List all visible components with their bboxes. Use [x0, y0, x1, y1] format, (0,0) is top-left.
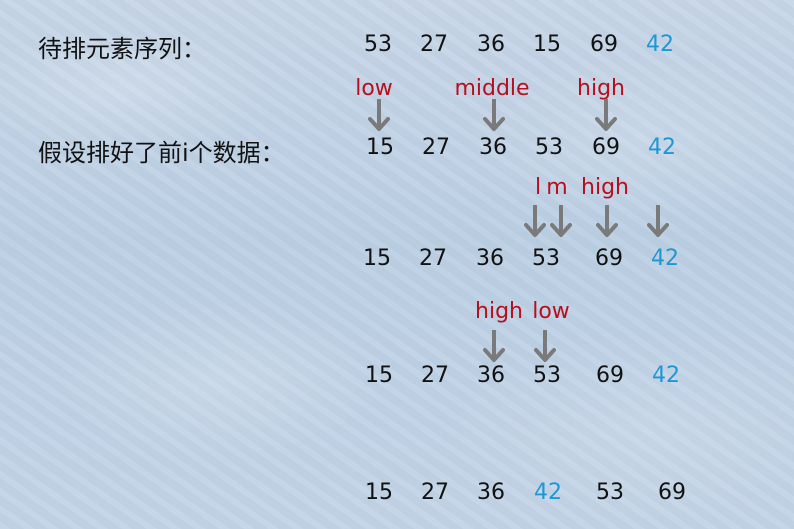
- row1-value: 36: [477, 32, 505, 57]
- diagram-canvas: 待排元素序列： 假设排好了前i个数据： 53 27 36 15 69 42 lo…: [0, 0, 794, 529]
- row5-value: 53: [596, 480, 624, 505]
- pointer-m: m: [546, 175, 568, 200]
- row3-value: 36: [476, 246, 504, 271]
- pointer-high: high: [581, 175, 629, 200]
- sequence-label: 待排元素序列：: [38, 35, 206, 63]
- row1-value-highlight: 42: [646, 32, 674, 57]
- row2-value: 69: [592, 135, 620, 160]
- row2-value: 15: [366, 135, 394, 160]
- row3-value-highlight: 42: [651, 246, 679, 271]
- row2-value: 27: [422, 135, 450, 160]
- arrow-down-icon: [483, 99, 505, 133]
- row5-value: 36: [477, 480, 505, 505]
- arrow-down-icon: [483, 330, 505, 364]
- arrow-down-icon: [647, 205, 669, 239]
- pointer-middle: middle: [454, 76, 530, 101]
- row3-value: 15: [363, 246, 391, 271]
- pointer-l: l: [534, 175, 542, 200]
- row5-value: 27: [421, 480, 449, 505]
- row5-value: 69: [658, 480, 686, 505]
- row4-value: 69: [596, 363, 624, 388]
- row2-value: 53: [535, 135, 563, 160]
- pointer-high: high: [577, 76, 625, 101]
- row4-value: 36: [477, 363, 505, 388]
- row4-value: 27: [421, 363, 449, 388]
- row4-value: 53: [533, 363, 561, 388]
- arrow-down-icon: [596, 205, 618, 239]
- row3-value: 53: [532, 246, 560, 271]
- row3-value: 69: [595, 246, 623, 271]
- row4-value: 15: [365, 363, 393, 388]
- row5-value: 15: [365, 480, 393, 505]
- row4-value-highlight: 42: [652, 363, 680, 388]
- arrow-down-icon: [550, 205, 572, 239]
- arrow-down-icon: [524, 205, 546, 239]
- pointer-low: low: [532, 299, 570, 324]
- pointer-low: low: [355, 76, 393, 101]
- assume-label: 假设排好了前i个数据：: [38, 139, 285, 167]
- row2-value: 36: [479, 135, 507, 160]
- pointer-high: high: [475, 299, 523, 324]
- row2-value-highlight: 42: [648, 135, 676, 160]
- row3-value: 27: [419, 246, 447, 271]
- row1-value: 53: [364, 32, 392, 57]
- row1-value: 27: [420, 32, 448, 57]
- row1-value: 69: [590, 32, 618, 57]
- row5-value-highlight: 42: [534, 480, 562, 505]
- arrow-down-icon: [595, 99, 617, 133]
- arrow-down-icon: [368, 99, 390, 133]
- row1-value: 15: [533, 32, 561, 57]
- arrow-down-icon: [534, 330, 556, 364]
